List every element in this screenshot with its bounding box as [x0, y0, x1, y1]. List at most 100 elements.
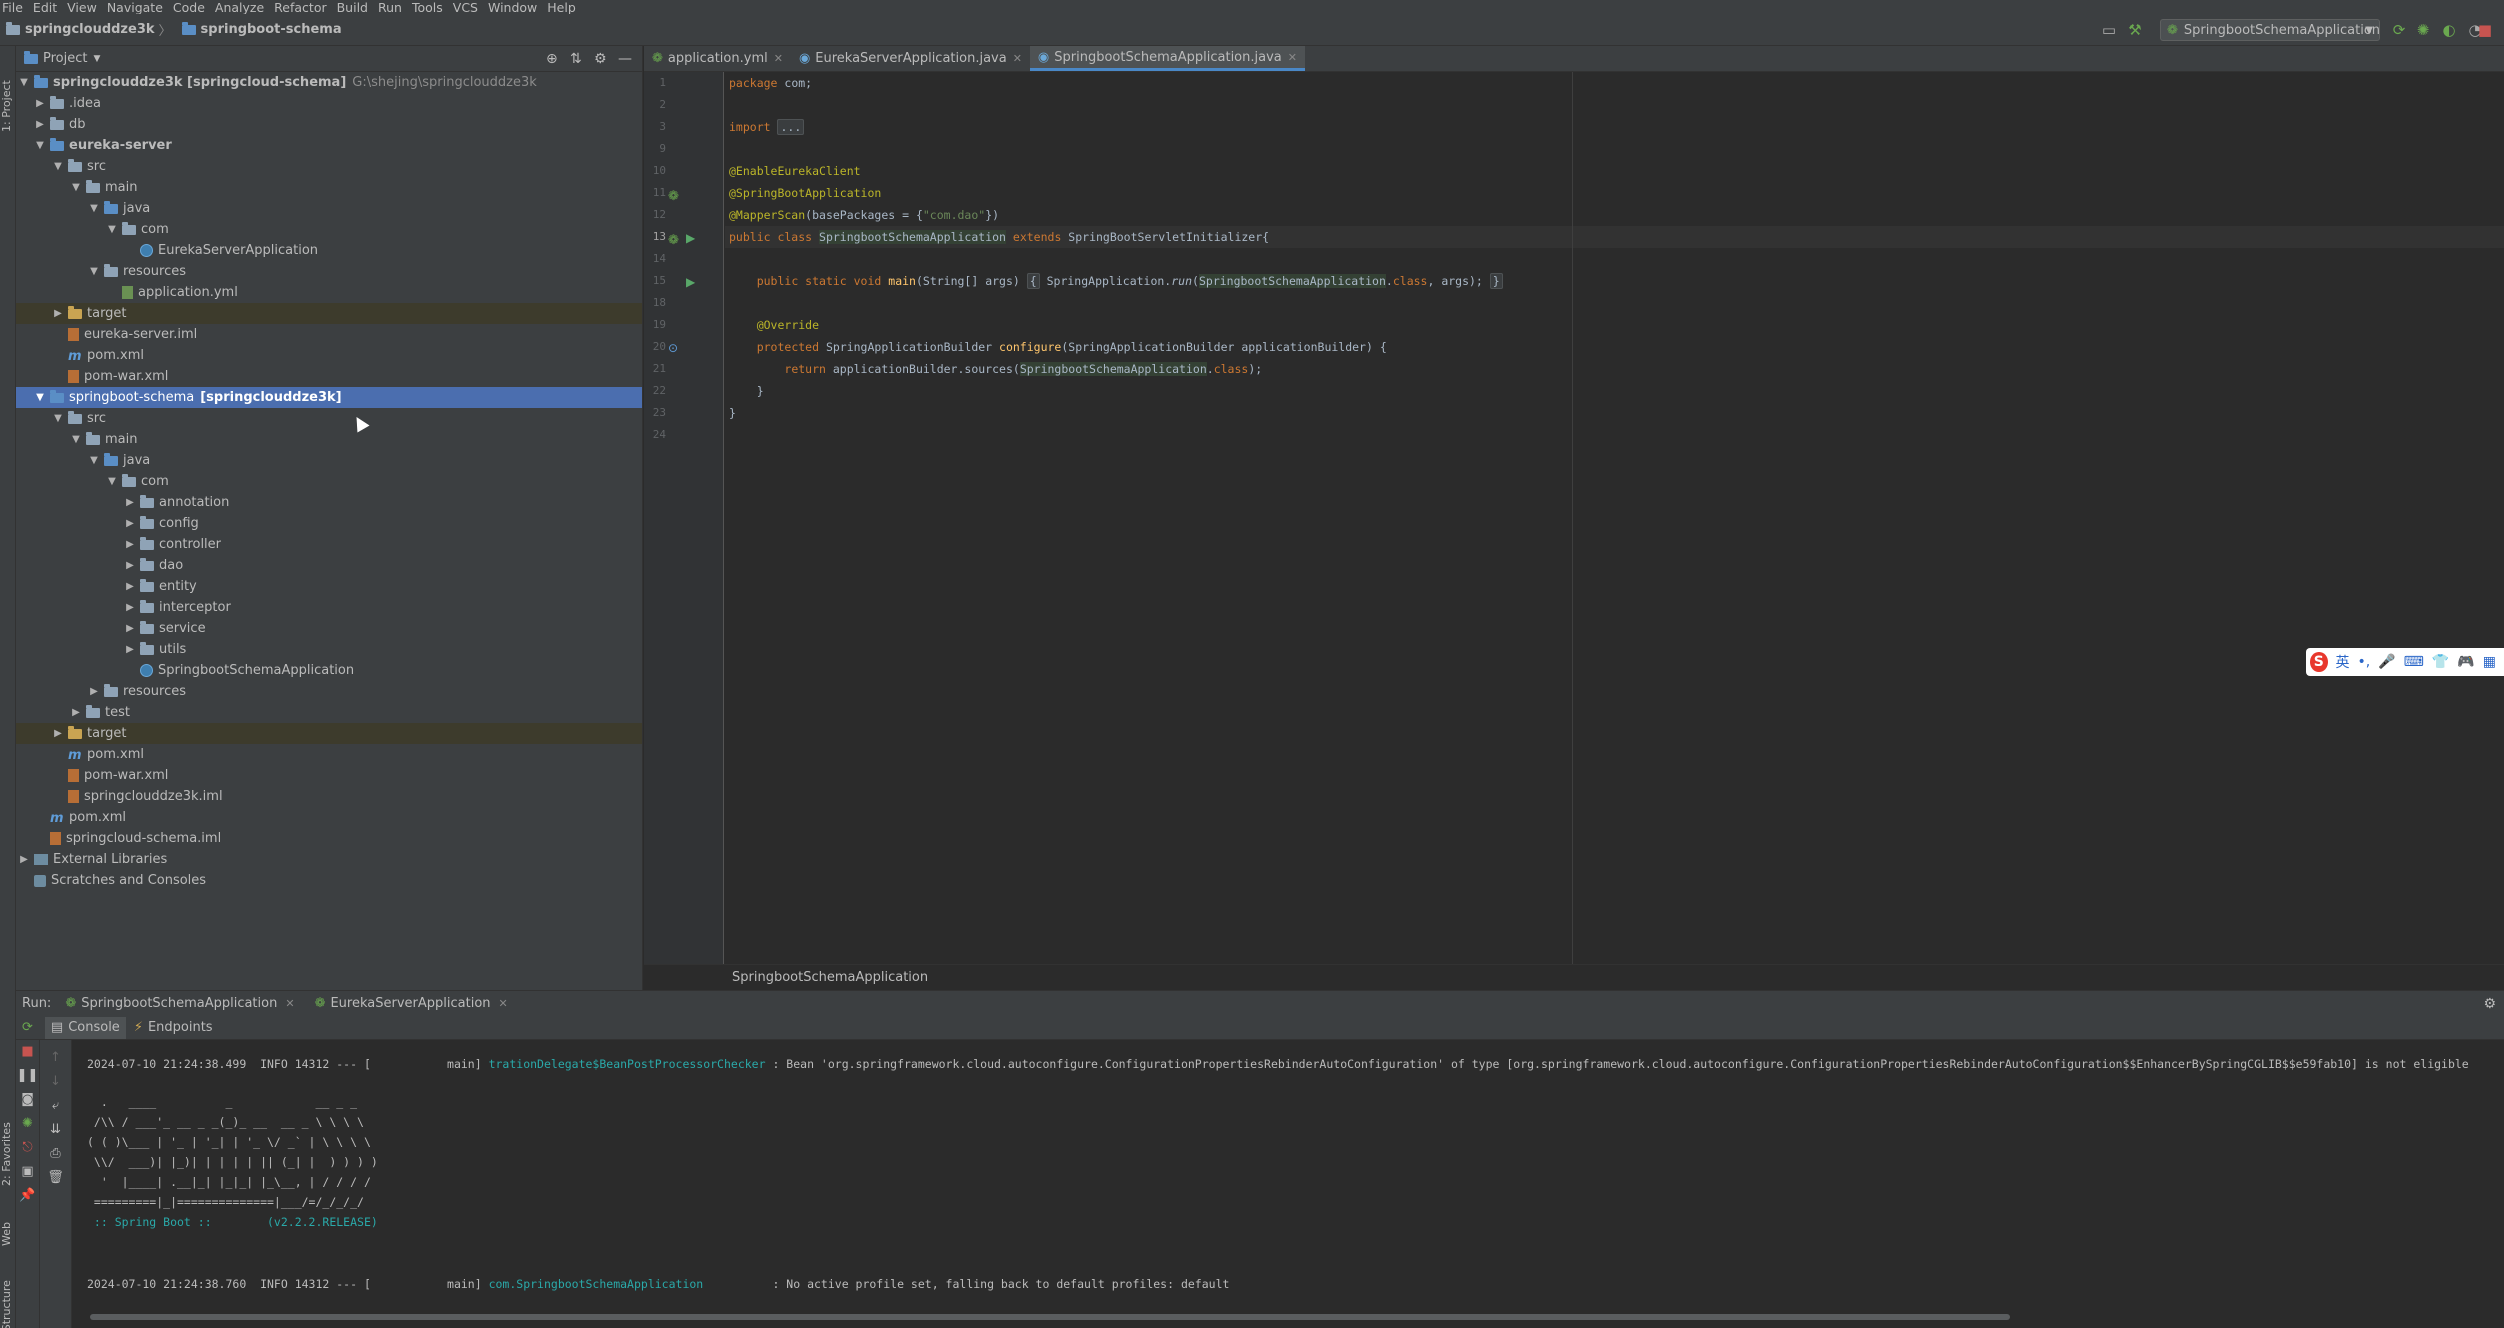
code-editor[interactable]: package com; import ... @EnableEurekaCli…: [725, 72, 2504, 964]
expanded-arrow-icon[interactable]: ▼: [106, 224, 118, 235]
tree-row[interactable]: ▼ src: [16, 408, 642, 429]
tree-row[interactable]: ▶ test: [16, 702, 642, 723]
tree-row[interactable]: m pom.xml: [16, 345, 642, 366]
web-tool-tab[interactable]: Web: [0, 1206, 16, 1246]
pause-icon[interactable]: ❚❚: [16, 1068, 39, 1083]
expanded-arrow-icon[interactable]: ▼: [88, 203, 100, 214]
up-arrow-icon[interactable]: ↑: [40, 1050, 71, 1065]
tree-row[interactable]: EurekaServerApplication: [16, 240, 642, 261]
rerun-icon[interactable]: ⟳: [22, 1020, 33, 1035]
menu-navigate[interactable]: Navigate: [107, 0, 163, 15]
tree-row[interactable]: Scratches and Consoles: [16, 870, 642, 891]
tree-row[interactable]: ▶ dao: [16, 555, 642, 576]
tab-springboot-schema-application[interactable]: ◉ SpringbootSchemaApplication.java ✕: [1029, 46, 1305, 71]
menu-file[interactable]: File: [2, 0, 23, 15]
tree-row[interactable]: ▶ config: [16, 513, 642, 534]
expanded-arrow-icon[interactable]: ▼: [52, 161, 64, 172]
close-icon[interactable]: ✕: [774, 52, 783, 65]
tree-row[interactable]: ▼ main: [16, 429, 642, 450]
dump-threads-icon[interactable]: ◙: [16, 1092, 39, 1107]
expanded-arrow-icon[interactable]: ▼: [70, 182, 82, 193]
run-config-select[interactable]: ❁ SpringbootSchemaApplication ▼: [2160, 19, 2380, 41]
expanded-arrow-icon[interactable]: ▼: [88, 266, 100, 277]
collapsed-arrow-icon[interactable]: ▶: [124, 497, 136, 508]
collapsed-arrow-icon[interactable]: ▶: [124, 644, 136, 655]
grid-menu-icon[interactable]: ▦: [2483, 654, 2496, 670]
exit-icon[interactable]: ⎋: [16, 1140, 39, 1155]
tree-row[interactable]: ▶ controller: [16, 534, 642, 555]
tree-row[interactable]: eureka-server.iml: [16, 324, 642, 345]
skin-icon[interactable]: 👕: [2432, 654, 2449, 670]
collapsed-arrow-icon[interactable]: ▶: [52, 728, 64, 739]
layout-icon[interactable]: ▭: [2100, 21, 2118, 39]
collapsed-arrow-icon[interactable]: ▶: [124, 560, 136, 571]
tree-row[interactable]: m pom.xml: [16, 807, 642, 828]
tree-row[interactable]: ▶ resources: [16, 681, 642, 702]
tree-row[interactable]: ▼ java: [16, 198, 642, 219]
menu-analyze[interactable]: Analyze: [215, 0, 264, 15]
minimize-icon[interactable]: —: [618, 51, 632, 67]
debug-icon[interactable]: ✺: [2414, 21, 2432, 39]
expanded-arrow-icon[interactable]: ▼: [52, 413, 64, 424]
spring-bean-gutter-icon[interactable]: ❁: [668, 233, 679, 248]
expanded-arrow-icon[interactable]: ▼: [34, 140, 46, 151]
tree-row-selected[interactable]: ▼ springboot-schema [springclouddze3k]: [16, 387, 642, 408]
expanded-arrow-icon[interactable]: ▼: [70, 434, 82, 445]
project-tool-tab[interactable]: 1: Project: [0, 52, 16, 132]
editor-gutter[interactable]: 1 2 3 9 10 11 12 13 14 15 18 19 20 21 22…: [644, 72, 724, 964]
collapsed-arrow-icon[interactable]: ▶: [124, 623, 136, 634]
run-tab-springboot-schema[interactable]: ❁ SpringbootSchemaApplication ✕: [65, 996, 294, 1011]
tree-row[interactable]: ▶ service: [16, 618, 642, 639]
tree-row[interactable]: ▼ eureka-server: [16, 135, 642, 156]
tree-row[interactable]: ▶ db: [16, 114, 642, 135]
microphone-icon[interactable]: 🎤: [2378, 654, 2395, 670]
menu-refactor[interactable]: Refactor: [274, 0, 326, 15]
override-gutter-icon[interactable]: ⊙: [668, 341, 678, 355]
tree-row[interactable]: ▶ .idea: [16, 93, 642, 114]
tree-row[interactable]: pom-war.xml: [16, 765, 642, 786]
menu-code[interactable]: Code: [173, 0, 205, 15]
trash-icon[interactable]: 🗑: [40, 1170, 71, 1185]
ime-language[interactable]: 英: [2336, 652, 2350, 672]
tree-row[interactable]: ▼ java: [16, 450, 642, 471]
sogou-logo-icon[interactable]: S: [2310, 652, 2328, 672]
game-icon[interactable]: 🎮: [2457, 654, 2474, 670]
menu-window[interactable]: Window: [488, 0, 537, 15]
run-gutter-icon[interactable]: ▶: [686, 275, 695, 289]
collapsed-arrow-icon[interactable]: ▶: [124, 539, 136, 550]
run-gutter-icon[interactable]: ▶: [686, 231, 695, 245]
down-arrow-icon[interactable]: ↓: [40, 1074, 71, 1089]
tree-row[interactable]: springcloud-schema.iml: [16, 828, 642, 849]
stop-icon[interactable]: ■: [16, 1044, 39, 1059]
tree-row[interactable]: application.yml: [16, 282, 642, 303]
collapsed-arrow-icon[interactable]: ▶: [88, 686, 100, 697]
tree-row[interactable]: springclouddze3k.iml: [16, 786, 642, 807]
collapse-all-icon[interactable]: ⇅: [570, 51, 582, 67]
ime-punctuation[interactable]: •,: [2358, 654, 2371, 670]
spring-bean-gutter-icon[interactable]: ❁: [668, 189, 679, 204]
gear-icon[interactable]: ⚙: [594, 51, 607, 67]
close-icon[interactable]: ✕: [1013, 52, 1022, 65]
chevron-down-icon[interactable]: ▼: [93, 54, 100, 64]
close-icon[interactable]: ✕: [499, 997, 508, 1010]
keyboard-icon[interactable]: ⌨: [2404, 654, 2424, 670]
stop-square-icon[interactable]: ■: [2476, 21, 2494, 39]
tree-row[interactable]: pom-war.xml: [16, 366, 642, 387]
build-hammer-icon[interactable]: ⚒: [2126, 21, 2144, 39]
subtab-endpoints[interactable]: ⚡ Endpoints: [134, 1020, 213, 1035]
collapsed-arrow-icon[interactable]: ▶: [34, 119, 46, 130]
soft-wrap-icon[interactable]: ⤶: [40, 1098, 71, 1113]
tree-row[interactable]: ▼ src: [16, 156, 642, 177]
menu-vcs[interactable]: VCS: [453, 0, 478, 15]
tree-row[interactable]: m pom.xml: [16, 744, 642, 765]
menu-help[interactable]: Help: [547, 0, 576, 15]
menu-run[interactable]: Run: [378, 0, 402, 15]
collapsed-arrow-icon[interactable]: ▶: [124, 518, 136, 529]
console-output[interactable]: 2024-07-10 21:24:38.499 INFO 14312 --- […: [73, 1040, 2504, 1316]
collapsed-arrow-icon[interactable]: ▶: [124, 602, 136, 613]
expanded-arrow-icon[interactable]: ▼: [106, 476, 118, 487]
subtab-console[interactable]: ▤ Console: [44, 1016, 126, 1039]
tree-row[interactable]: ▼ resources: [16, 261, 642, 282]
collapsed-arrow-icon[interactable]: ▶: [70, 707, 82, 718]
rerun-icon[interactable]: ⟳: [2390, 21, 2408, 39]
